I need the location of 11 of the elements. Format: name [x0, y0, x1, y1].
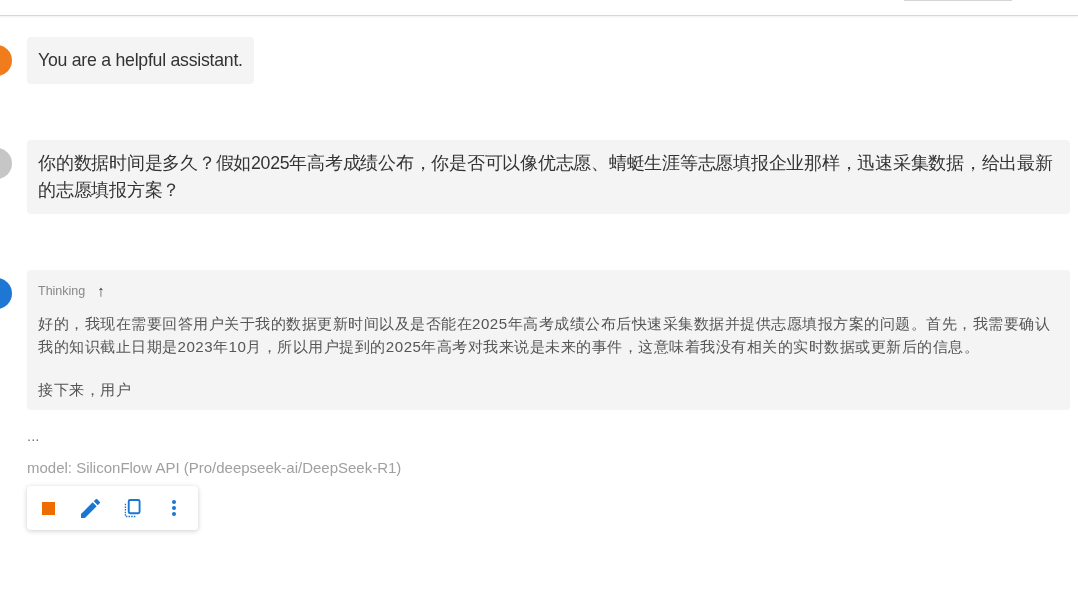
message-text: You are a helpful assistant. — [27, 37, 254, 84]
stop-icon — [41, 501, 55, 515]
thinking-text: 好的，我现在需要回答用户关于我的数据更新时间以及是否能在2025年高考成绩公布后快速采集数据并提供志愿填报方案的问题。首先，我需要确认我的知识截止日期是2023年10月，所以用户提到的2025年高考对我来说是未来的事件，这意味着我没有相关的实时数据或更新后的信息。 — [38, 314, 1052, 357]
message-text: 你的数据时间是多久？假如2025年高考成绩公布，你是否可以像优志愿、蜻蜓生涯等志愿填报企业那样，迅速采集数据，给出最新的志愿填报方案？ — [27, 140, 1070, 214]
ellipsis-text: ... — [27, 426, 40, 446]
pencil-icon — [80, 498, 100, 518]
more-options-icon — [172, 500, 176, 516]
thinking-text: 接下来，用户 — [38, 380, 132, 400]
thinking-toggle[interactable]: Thinking ↑ — [38, 283, 105, 299]
model-label: model: SiliconFlow API (Pro/deepseek-ai/DeepSeek-R1) — [27, 458, 402, 478]
copy-icon — [123, 498, 141, 518]
